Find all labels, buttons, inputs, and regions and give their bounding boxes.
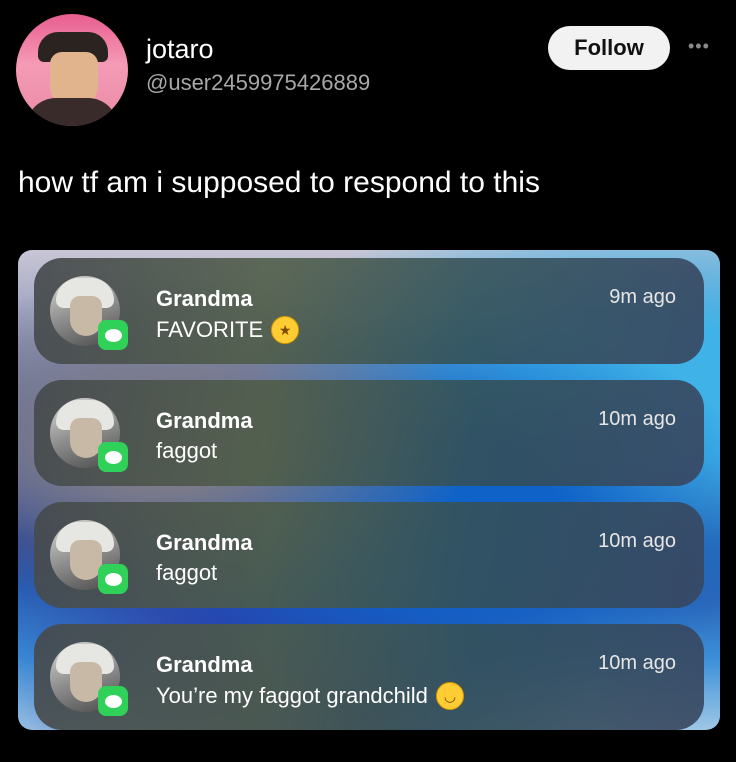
- messages-app-icon: [98, 442, 128, 472]
- notification-time: 10m ago: [598, 530, 676, 552]
- post-text: how tf am i supposed to respond to this: [18, 166, 540, 199]
- star-struck-emoji-icon: ★: [271, 316, 300, 344]
- messages-app-icon: [98, 686, 128, 716]
- notification-sender: Grandma: [156, 652, 253, 677]
- messages-app-icon: [98, 320, 128, 350]
- notification-time: 10m ago: [598, 408, 676, 430]
- notification-message: FAVORITE: [156, 317, 264, 342]
- more-options-icon[interactable]: •••: [688, 36, 710, 57]
- notification-sender: Grandma: [156, 286, 253, 311]
- notification-message-row: faggot: [156, 438, 217, 464]
- notification-sender: Grandma: [156, 408, 253, 433]
- notification-card[interactable]: Grandma You’re my faggot grandchild ◡ 10…: [34, 624, 704, 730]
- notification-message: faggot: [156, 438, 218, 463]
- notification-card[interactable]: Grandma faggot 10m ago: [34, 380, 704, 486]
- notification-card[interactable]: Grandma FAVORITE ★ 9m ago: [34, 258, 704, 364]
- messages-app-icon: [98, 564, 128, 594]
- notification-time: 10m ago: [598, 652, 676, 674]
- user-avatar[interactable]: [16, 14, 128, 126]
- username[interactable]: @user2459975426889: [146, 70, 370, 96]
- avatar-coat-shape: [26, 98, 118, 126]
- post-header: jotaro @user2459975426889 Follow •••: [0, 0, 736, 140]
- notification-message: You’re my faggot grandchild: [156, 683, 428, 708]
- notification-sender: Grandma: [156, 530, 253, 555]
- notification-message: faggot: [156, 560, 218, 585]
- post-image[interactable]: Grandma FAVORITE ★ 9m ago Grandma faggot…: [18, 250, 720, 730]
- follow-button[interactable]: Follow: [548, 26, 670, 70]
- smiling-face-emoji-icon: ◡: [435, 682, 464, 710]
- notification-message-row: You’re my faggot grandchild ◡: [156, 682, 464, 710]
- notification-message-row: faggot: [156, 560, 217, 586]
- notification-message-row: FAVORITE ★: [156, 316, 300, 344]
- notification-card[interactable]: Grandma faggot 10m ago: [34, 502, 704, 608]
- display-name[interactable]: jotaro: [146, 34, 214, 65]
- notification-time: 9m ago: [609, 286, 676, 308]
